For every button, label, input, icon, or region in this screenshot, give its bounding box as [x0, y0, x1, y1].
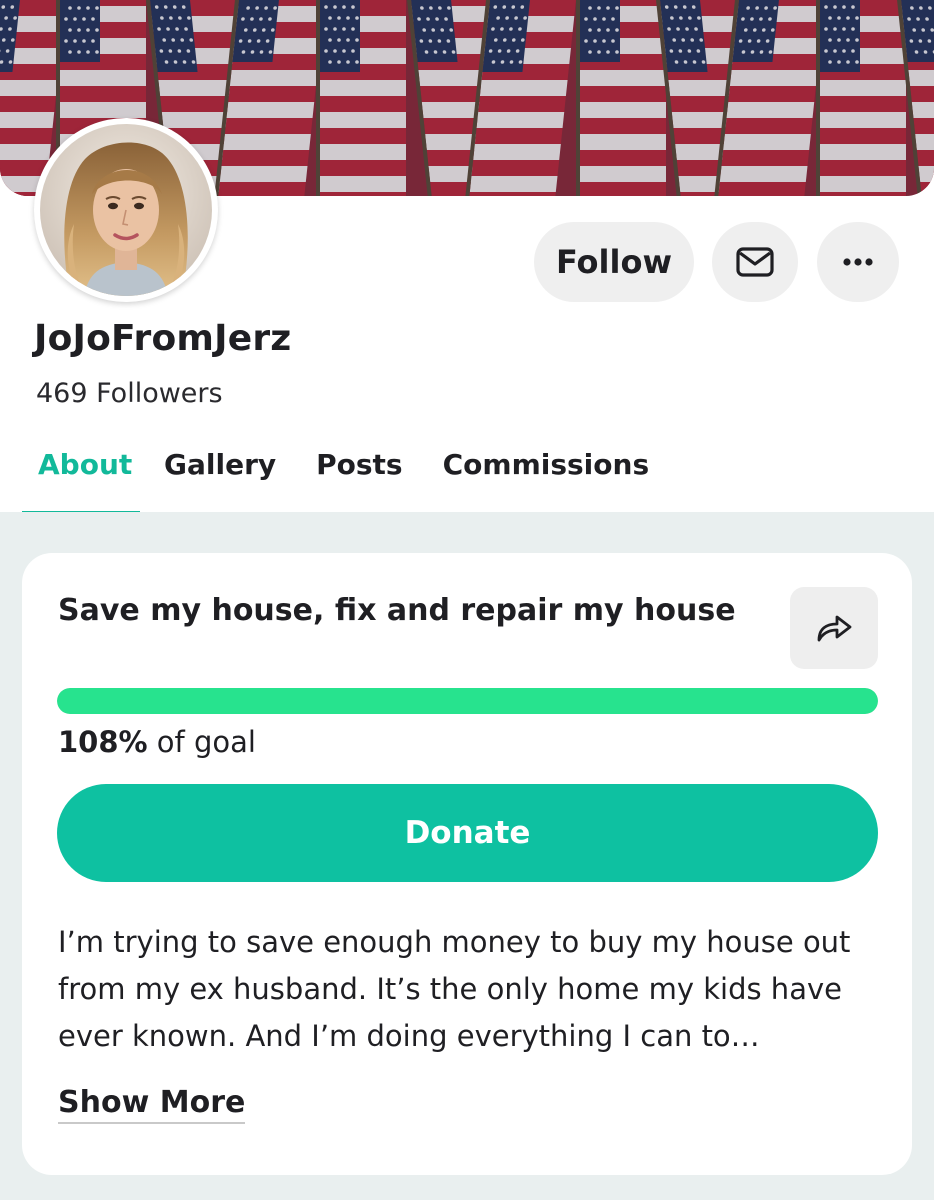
fundraiser-title: Save my house, fix and repair my house	[58, 593, 736, 628]
goal-progress-fill	[57, 688, 878, 714]
more-dots-icon	[843, 258, 873, 266]
mail-icon	[736, 247, 774, 277]
followers-count[interactable]: 469 Followers	[36, 378, 223, 409]
goal-percent: 108%	[58, 725, 148, 759]
profile-page: Follow JoJoFromJerz 469 Followers About …	[0, 0, 934, 1200]
fundraiser-description: I’m trying to save enough money to buy m…	[58, 925, 851, 1053]
donate-button[interactable]: Donate	[57, 784, 878, 882]
avatar-photo	[40, 124, 212, 296]
tab-posts[interactable]: Posts	[316, 440, 402, 516]
goal-suffix: of goal	[147, 725, 256, 759]
message-button[interactable]	[712, 222, 798, 302]
goal-progress-bar	[57, 688, 878, 714]
avatar[interactable]	[34, 118, 218, 302]
more-options-button[interactable]	[817, 222, 899, 302]
fundraiser-card: Save my house, fix and repair my house 1…	[22, 553, 912, 1175]
share-arrow-icon	[817, 615, 852, 642]
tab-commissions[interactable]: Commissions	[443, 440, 650, 516]
profile-username: JoJoFromJerz	[34, 318, 292, 359]
goal-status: 108% of goal	[58, 725, 256, 759]
profile-tabs: About Gallery Posts Commissions	[22, 440, 649, 516]
follow-button[interactable]: Follow	[534, 222, 694, 302]
tab-gallery[interactable]: Gallery	[164, 440, 276, 516]
share-button[interactable]	[790, 587, 878, 669]
tab-about[interactable]: About	[22, 440, 140, 516]
show-more-link[interactable]: Show More	[58, 1085, 246, 1124]
